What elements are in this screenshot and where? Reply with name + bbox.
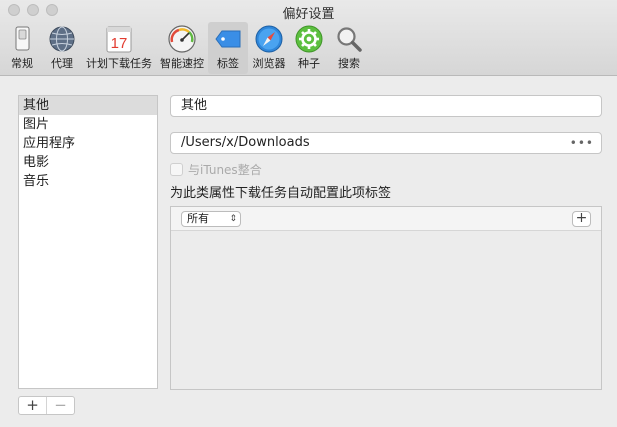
itunes-checkbox[interactable] <box>170 162 183 176</box>
list-item-other[interactable]: 其他 <box>19 96 157 115</box>
general-switch-icon <box>15 26 30 51</box>
itunes-checkbox-label: 与iTunes整合 <box>188 162 262 177</box>
toolbar-general[interactable]: 常规 <box>5 22 39 74</box>
tag-name-field[interactable]: 其他 <box>170 95 602 117</box>
itunes-integration-row: 与iTunes整合 <box>170 161 262 177</box>
download-path-value: /Users/x/Downloads <box>181 135 310 150</box>
toolbar-browser[interactable]: 浏览器 <box>250 22 288 74</box>
toolbar-tags[interactable]: 标签 <box>208 22 248 74</box>
add-tag-button[interactable]: + <box>19 397 46 414</box>
list-item-music[interactable]: 音乐 <box>19 172 157 191</box>
toolbar-proxy[interactable]: 代理 <box>45 22 79 74</box>
rules-panel: 所有 ⇕ + <box>170 206 602 390</box>
search-icon <box>337 27 362 52</box>
list-add-remove-control: + − <box>18 396 75 415</box>
list-item-images[interactable]: 图片 <box>19 115 157 134</box>
toolbar-torrent[interactable]: 种子 <box>292 22 326 74</box>
globe-icon <box>49 26 75 52</box>
auto-tag-description: 为此类属性下载任务自动配置此项标签 <box>170 186 392 201</box>
toolbar-label: 代理 <box>51 57 73 70</box>
speedometer-icon <box>168 25 196 53</box>
compass-icon <box>255 25 283 53</box>
remove-tag-button[interactable]: − <box>46 397 74 414</box>
list-item-movies[interactable]: 电影 <box>19 153 157 172</box>
toolbar-search[interactable]: 搜索 <box>332 22 366 74</box>
toolbar-label: 常规 <box>11 57 33 70</box>
toolbar-label: 计划下载任务 <box>86 57 152 70</box>
list-item-applications[interactable]: 应用程序 <box>19 134 157 153</box>
toolbar-label: 浏览器 <box>252 57 286 70</box>
calendar-icon: 17 <box>106 26 132 53</box>
calendar-badge: 17 <box>111 35 128 52</box>
tag-list: 其他 图片 应用程序 电影 音乐 <box>18 95 158 389</box>
match-select[interactable]: 所有 ⇕ <box>181 211 241 227</box>
gear-icon <box>295 25 323 53</box>
download-path-field[interactable]: /Users/x/Downloads ••• <box>170 132 602 154</box>
toolbar-label: 智能速控 <box>160 57 204 70</box>
toolbar-smart-speed[interactable]: 智能速控 <box>158 22 206 74</box>
toolbar-scheduled-downloads[interactable]: 17 计划下载任务 <box>84 22 154 74</box>
updown-chevron-icon: ⇕ <box>229 214 237 224</box>
window-titlebar: 偏好设置 常规 代理 17 计划下载任务 智能速控 标签 浏览器 种子 搜索 <box>0 0 617 76</box>
add-rule-button[interactable]: + <box>572 211 591 227</box>
match-select-value: 所有 <box>187 212 209 225</box>
toolbar-label: 标签 <box>217 57 239 70</box>
toolbar-label: 搜索 <box>338 57 360 70</box>
rules-header: 所有 ⇕ + <box>171 207 601 231</box>
tag-icon <box>215 30 241 48</box>
toolbar-label: 种子 <box>298 57 320 70</box>
browse-path-button[interactable]: ••• <box>570 133 594 153</box>
window-title: 偏好设置 <box>282 7 335 22</box>
